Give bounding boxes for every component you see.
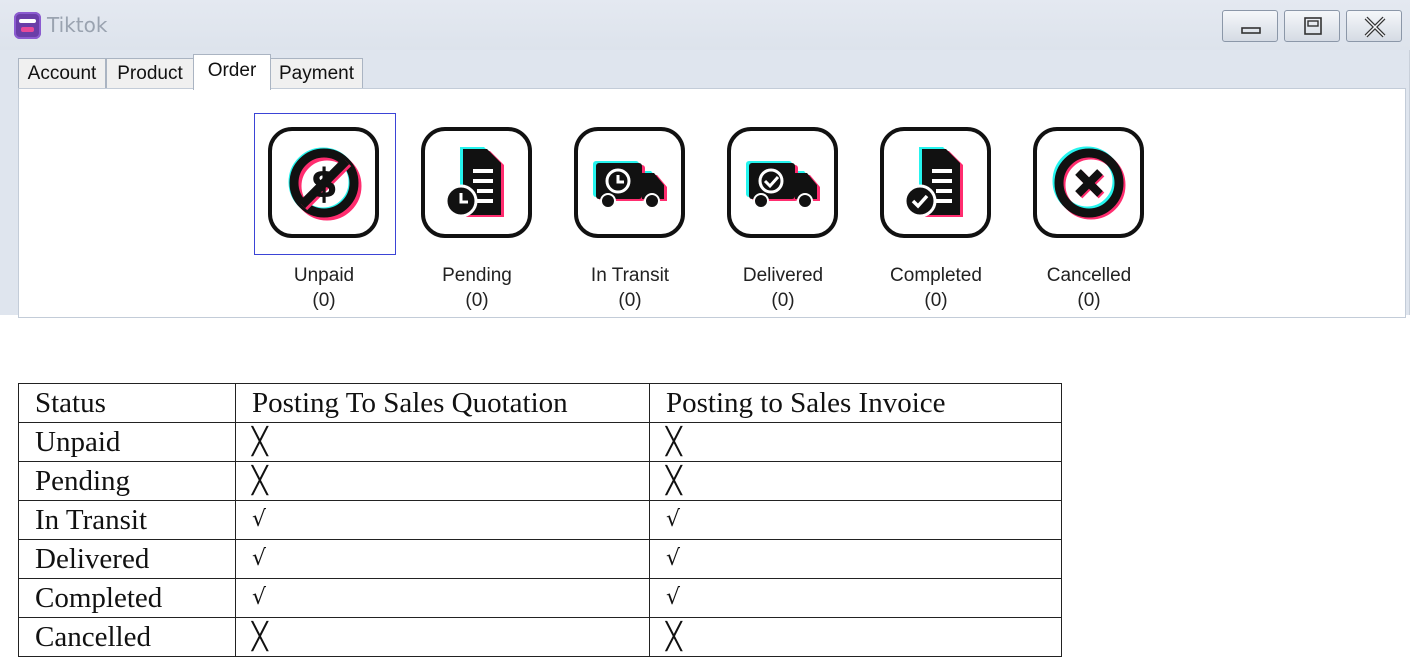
table-row: Pending ╳ ╳ (18, 461, 1062, 501)
no-dollar-icon: $ (288, 147, 362, 221)
invoice-cell: ╳ (649, 617, 1062, 657)
status-tile (727, 127, 838, 238)
minimize-icon (1241, 27, 1261, 34)
status-tile: $ (268, 127, 379, 238)
status-label: Completed (0) (866, 263, 1006, 313)
quotation-cell: ╳ (235, 461, 650, 501)
truck-check-icon (746, 161, 820, 209)
table-row: Completed √ √ (18, 578, 1062, 618)
invoice-cell: ╳ (649, 461, 1062, 501)
status-delivered[interactable]: Delivered (0) (713, 113, 853, 333)
status-in-transit[interactable]: In Transit (0) (560, 113, 700, 333)
svg-text:$: $ (310, 161, 338, 207)
status-label: Cancelled (0) (1019, 263, 1159, 313)
quotation-cell: √ (235, 539, 650, 579)
status-count: (0) (465, 290, 489, 311)
status-tile (880, 127, 991, 238)
quotation-cell: √ (235, 500, 650, 540)
quotation-cell: ╳ (235, 617, 650, 657)
title-bar[interactable]: Tiktok (0, 0, 1410, 50)
status-label: Unpaid (0) (254, 263, 394, 313)
table-row: Delivered √ √ (18, 539, 1062, 579)
status-label: In Transit (0) (560, 263, 700, 313)
table-row: Unpaid ╳ ╳ (18, 422, 1062, 462)
table-header-row: Status Posting To Sales Quotation Postin… (18, 383, 1062, 423)
document-clock-icon (444, 147, 504, 218)
status-count: (0) (312, 290, 336, 311)
window-client: Account Product Order Payment $ Unpaid (… (10, 50, 1408, 318)
status-cell: In Transit (18, 500, 236, 540)
posting-table: Status Posting To Sales Quotation Postin… (18, 383, 1062, 657)
order-tab-panel: $ Unpaid (0) Pending (0) In Transit (0) … (18, 88, 1406, 318)
status-count: (0) (924, 290, 948, 311)
status-name: Completed (890, 265, 982, 286)
table-row: In Transit √ √ (18, 500, 1062, 540)
status-cancelled[interactable]: Cancelled (0) (1019, 113, 1159, 333)
status-unpaid[interactable]: $ Unpaid (0) (254, 113, 396, 333)
status-name: Delivered (742, 265, 824, 286)
status-count: (0) (618, 290, 642, 311)
tab-account[interactable]: Account (18, 58, 106, 88)
window-title: Tiktok (47, 13, 108, 37)
status-name: In Transit (590, 265, 670, 286)
status-pending[interactable]: Pending (0) (407, 113, 547, 333)
status-name: Cancelled (1046, 265, 1132, 286)
tab-order[interactable]: Order (193, 54, 271, 90)
status-label: Delivered (0) (713, 263, 853, 313)
status-cell: Completed (18, 578, 236, 618)
status-tile (574, 127, 685, 238)
status-cell: Unpaid (18, 422, 236, 462)
tab-payment[interactable]: Payment (270, 58, 363, 88)
invoice-cell: √ (649, 539, 1062, 579)
column-header: Posting to Sales Invoice (649, 383, 1062, 423)
status-tile (1033, 127, 1144, 238)
maximize-button[interactable] (1284, 10, 1340, 42)
invoice-cell: √ (649, 500, 1062, 540)
document-check-icon (903, 147, 963, 218)
status-name: Pending (442, 265, 512, 286)
status-label: Pending (0) (407, 263, 547, 313)
status-count: (0) (771, 290, 795, 311)
truck-clock-icon (593, 161, 667, 209)
status-name: Unpaid (293, 265, 355, 286)
quotation-cell: √ (235, 578, 650, 618)
status-cell: Delivered (18, 539, 236, 579)
table-row: Cancelled ╳ ╳ (18, 617, 1062, 657)
minimize-button[interactable] (1222, 10, 1278, 42)
status-completed[interactable]: Completed (0) (866, 113, 1006, 333)
status-cell: Cancelled (18, 617, 236, 657)
app-window: Tiktok Account Product Order Payment $ U… (0, 0, 1410, 318)
column-header: Posting To Sales Quotation (235, 383, 650, 423)
tab-product[interactable]: Product (106, 58, 194, 88)
column-header: Status (18, 383, 236, 423)
status-tile (421, 127, 532, 238)
quotation-cell: ╳ (235, 422, 650, 462)
close-icon (1364, 16, 1386, 38)
status-cell: Pending (18, 461, 236, 501)
invoice-cell: ╳ (649, 422, 1062, 462)
invoice-cell: √ (649, 578, 1062, 618)
maximize-icon (1304, 17, 1322, 35)
status-count: (0) (1077, 290, 1101, 311)
cancel-circle-icon (1052, 146, 1126, 220)
close-button[interactable] (1346, 10, 1402, 42)
tiktok-app-icon (14, 12, 41, 39)
